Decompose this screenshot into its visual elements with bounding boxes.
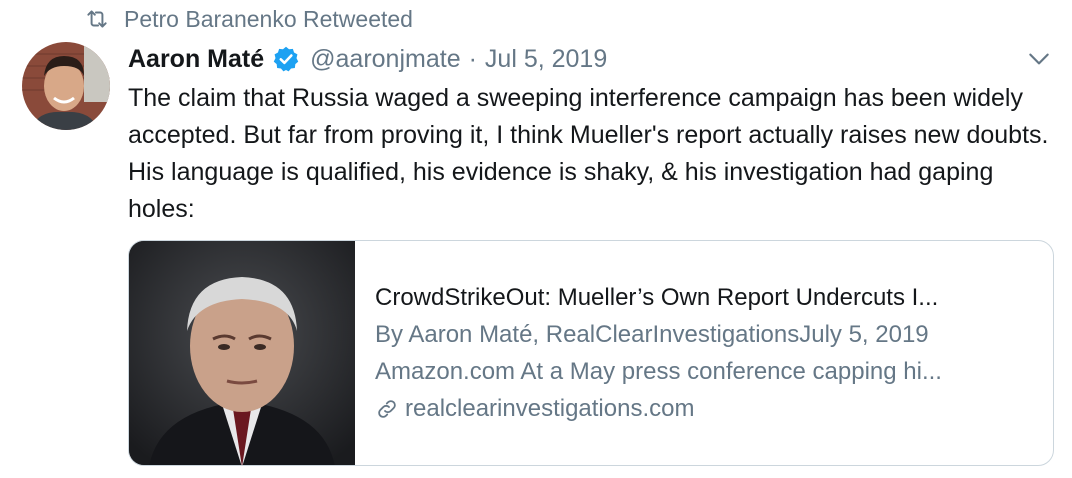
card-body: CrowdStrikeOut: Mueller’s Own Report Und…: [355, 241, 1053, 465]
card-title: CrowdStrikeOut: Mueller’s Own Report Und…: [375, 284, 939, 311]
tweet-header: Aaron Maté @aaronjmate · Jul 5, 2019: [128, 40, 607, 78]
card-thumbnail-image: [129, 241, 355, 465]
separator-dot: ·: [468, 44, 477, 73]
retweet-icon: [87, 10, 107, 28]
author-handle[interactable]: @aaronjmate: [310, 45, 460, 74]
link-icon: [378, 399, 396, 418]
tweet-date[interactable]: Jul 5, 2019: [485, 45, 607, 74]
card-url-text: realclearinvestigations.com: [405, 395, 695, 422]
card-byline: By Aaron Maté, RealClearInvestigationsJu…: [375, 321, 929, 348]
tweet-text: The claim that Russia waged a sweeping i…: [128, 84, 1049, 223]
avatar[interactable]: [22, 42, 110, 130]
author-name[interactable]: Aaron Maté: [128, 45, 264, 74]
retweet-label: Petro Baranenko Retweeted: [124, 5, 413, 32]
chevron-down-icon[interactable]: [1026, 46, 1052, 72]
verified-badge-icon: [273, 46, 299, 72]
link-card[interactable]: CrowdStrikeOut: Mueller’s Own Report Und…: [128, 240, 1054, 466]
retweet-context[interactable]: Petro Baranenko Retweeted: [84, 4, 413, 34]
card-description: Amazon.com At a May press conference cap…: [375, 358, 942, 385]
card-url: realclearinvestigations.com: [375, 390, 1033, 427]
